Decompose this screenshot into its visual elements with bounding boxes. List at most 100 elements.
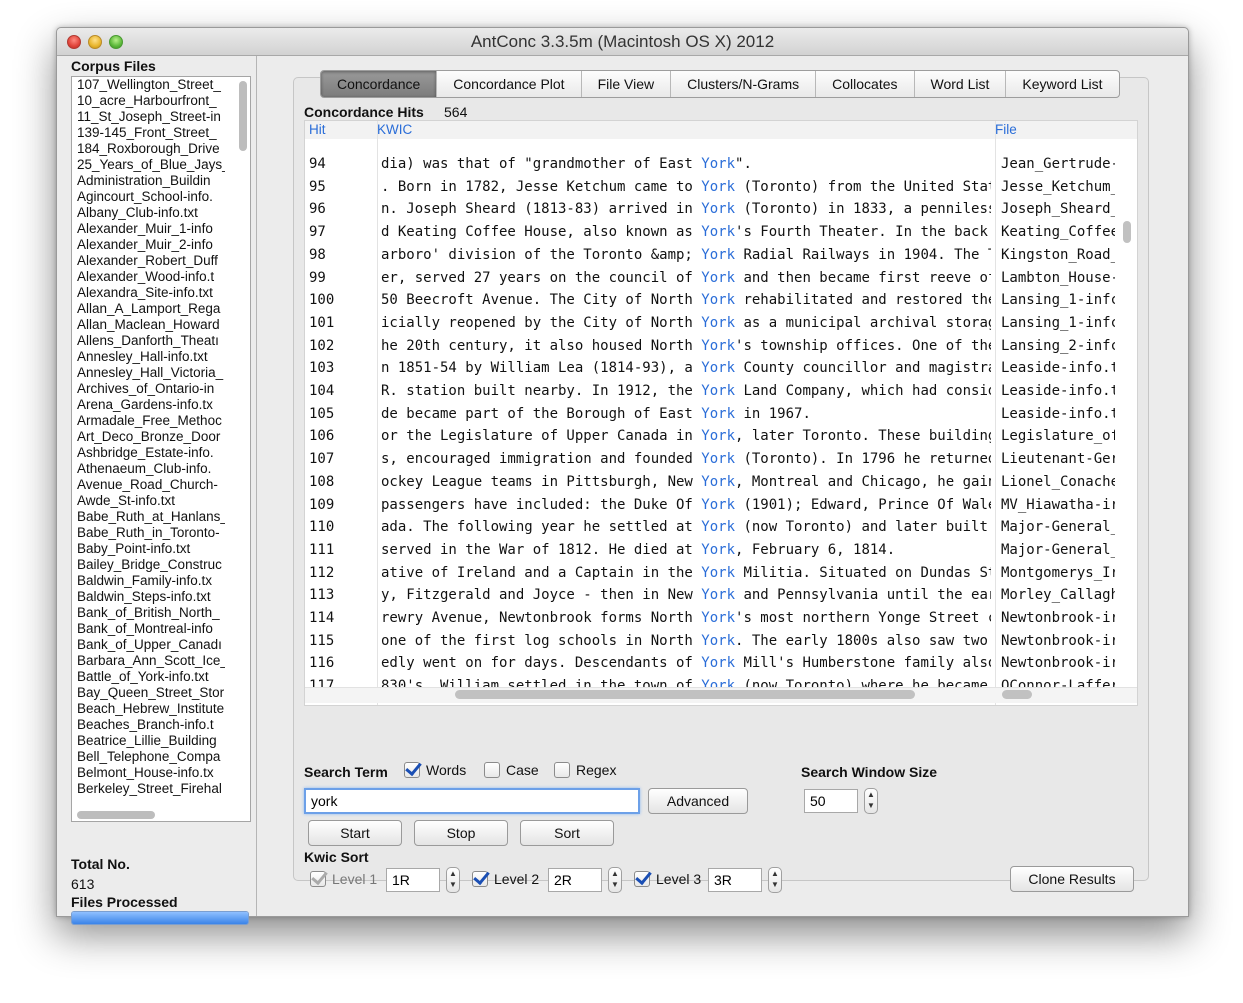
file-name[interactable]: Lansing_1-infc [1001, 289, 1115, 311]
tab-keyword-list[interactable]: Keyword List [1006, 71, 1118, 97]
file-name[interactable]: Morley_Callagh [1001, 584, 1115, 606]
corpus-file-item[interactable]: Berkeley_Street_Firehal [72, 781, 225, 797]
file-name[interactable]: Lieutenant-Ger [1001, 448, 1115, 470]
corpus-file-item[interactable]: Annesley_Hall_Victoria_ [72, 365, 225, 381]
words-checkbox[interactable]: Words [404, 762, 466, 778]
table-row[interactable]: 111 served in the War of 1812. He died at… [305, 539, 1137, 561]
file-horizontal-scrollbar[interactable] [1002, 690, 1032, 699]
corpus-file-item[interactable]: Beaches_Branch-info.t [72, 717, 225, 733]
file-name[interactable]: Joseph_Sheard_ [1001, 198, 1115, 220]
keyword-hit[interactable]: York [701, 338, 735, 354]
file-name[interactable]: MV_Hiawatha-ir [1001, 494, 1115, 516]
corpus-file-item[interactable]: Bank_of_British_North_ [72, 605, 225, 621]
regex-checkbox[interactable]: Regex [554, 762, 616, 778]
table-row[interactable]: 98 arboro' division of the Toronto &amp; … [305, 244, 1137, 266]
corpus-file-item[interactable]: Belmont_House-info.tx [72, 765, 225, 781]
file-name[interactable]: Legislature_of [1001, 425, 1115, 447]
tab-concordance[interactable]: Concordance [321, 71, 438, 97]
corpus-file-item[interactable]: 107_Wellington_Street_ [72, 77, 225, 93]
start-button[interactable]: Start [308, 820, 402, 846]
keyword-hit[interactable]: York [701, 383, 735, 399]
level2-stepper[interactable]: ▲ ▼ [608, 867, 622, 893]
file-name[interactable]: Leaside-info.t [1001, 403, 1115, 425]
corpus-file-item[interactable]: 11_St_Joseph_Street-in [72, 109, 225, 125]
level1-input[interactable] [386, 868, 440, 892]
table-row[interactable]: 95 . Born in 1782, Jesse Ketchum came to … [305, 176, 1137, 198]
keyword-hit[interactable]: York [701, 224, 735, 240]
file-name[interactable]: Keating_Coffee [1001, 221, 1115, 243]
keyword-hit[interactable]: York [701, 633, 735, 649]
corpus-file-item[interactable]: Arena_Gardens-info.tx [72, 397, 225, 413]
corpus-file-item[interactable]: Alexander_Muir_2-info [72, 237, 225, 253]
sort-button[interactable]: Sort [520, 820, 614, 846]
corpus-file-item[interactable]: Agincourt_School-info. [72, 189, 225, 205]
corpus-file-item[interactable]: Art_Deco_Bronze_Door [72, 429, 225, 445]
corpus-list-horizontal-scrollbar[interactable] [77, 811, 155, 819]
corpus-file-item[interactable]: Baldwin_Family-info.tx [72, 573, 225, 589]
file-name[interactable]: Newtonbrook-ir [1001, 607, 1115, 629]
table-row[interactable]: 107 s, encouraged immigration and founded… [305, 448, 1137, 470]
tab-word-list[interactable]: Word List [915, 71, 1007, 97]
case-checkbox-box[interactable] [484, 762, 500, 778]
table-row[interactable]: 112 ative of Ireland and a Captain in the… [305, 562, 1137, 584]
corpus-file-item[interactable]: Barbara_Ann_Scott_Ice_ [72, 653, 225, 669]
corpus-file-item[interactable]: Babe_Ruth_at_Hanlans_ [72, 509, 225, 525]
file-name[interactable]: Kingston_Road_ [1001, 244, 1115, 266]
table-row[interactable]: 114 rewry Avenue, Newtonbrook forms North… [305, 607, 1137, 629]
corpus-file-item[interactable]: Albany_Club-info.txt [72, 205, 225, 221]
corpus-file-item[interactable]: 10_acre_Harbourfront_ [72, 93, 225, 109]
keyword-hit[interactable]: York [701, 247, 735, 263]
search-term-input[interactable] [304, 788, 640, 814]
corpus-file-item[interactable]: Bank_of_Montreal-info [72, 621, 225, 637]
keyword-hit[interactable]: York [701, 655, 735, 671]
level2-input[interactable] [548, 868, 602, 892]
table-row[interactable]: 101 icially reopened by the City of North… [305, 312, 1137, 334]
keyword-hit[interactable]: York [701, 201, 735, 217]
level3-checkbox-box[interactable] [634, 871, 650, 887]
keyword-hit[interactable]: York [701, 428, 735, 444]
search-window-size-input[interactable] [804, 789, 858, 813]
table-row[interactable]: 115 one of the first log schools in North… [305, 630, 1137, 652]
corpus-file-item[interactable]: Alexandra_Site-info.txt [72, 285, 225, 301]
table-row[interactable]: 97 d Keating Coffee House, also known as … [305, 221, 1137, 243]
table-row[interactable]: 106 or the Legislature of Upper Canada in… [305, 425, 1137, 447]
tab-concordance-plot[interactable]: Concordance Plot [437, 71, 582, 97]
corpus-file-item[interactable]: Bay_Queen_Street_Stor [72, 685, 225, 701]
table-row[interactable]: 96 n. Joseph Sheard (1813-83) arrived in … [305, 198, 1137, 220]
file-name[interactable]: Leaside-info.t [1001, 380, 1115, 402]
keyword-hit[interactable]: York [701, 587, 735, 603]
regex-checkbox-box[interactable] [554, 762, 570, 778]
keyword-hit[interactable]: York [701, 519, 735, 535]
table-row[interactable]: 110 ada. The following year he settled at… [305, 516, 1137, 538]
clone-results-button[interactable]: Clone Results [1010, 866, 1134, 892]
file-name[interactable]: Montgomerys_Ir [1001, 562, 1115, 584]
kwic-horizontal-scrollbar[interactable] [455, 690, 915, 699]
keyword-hit[interactable]: York [701, 156, 735, 172]
table-row[interactable]: 102 he 20th century, it also housed North… [305, 335, 1137, 357]
keyword-hit[interactable]: York [701, 451, 735, 467]
corpus-file-item[interactable]: Allens_Danforth_Theatı [72, 333, 225, 349]
file-name[interactable]: Jesse_Ketchum_ [1001, 176, 1115, 198]
case-checkbox[interactable]: Case [484, 762, 539, 778]
level2-checkbox-box[interactable] [472, 871, 488, 887]
table-row[interactable]: 103 n 1851-54 by William Lea (1814-93), a… [305, 357, 1137, 379]
corpus-file-item[interactable]: 184_Roxborough_Drive [72, 141, 225, 157]
file-name[interactable]: Newtonbrook-ir [1001, 630, 1115, 652]
corpus-file-item[interactable]: Bell_Telephone_Compa [72, 749, 225, 765]
corpus-list-vertical-scrollbar[interactable] [239, 81, 247, 151]
corpus-file-item[interactable]: Bailey_Bridge_Construc [72, 557, 225, 573]
table-row[interactable]: 113 y, Fitzgerald and Joyce - then in New… [305, 584, 1137, 606]
tab-collocates[interactable]: Collocates [816, 71, 915, 97]
kwic-column-header[interactable]: KWIC [377, 121, 995, 139]
file-name[interactable]: Lansing_1-infc [1001, 312, 1115, 334]
table-row[interactable]: 109 passengers have included: the Duke Of… [305, 494, 1137, 516]
corpus-file-item[interactable]: Armadale_Free_Methoc [72, 413, 225, 429]
corpus-file-item[interactable]: Baby_Point-info.txt [72, 541, 225, 557]
level3-checkbox[interactable]: Level 3 [634, 871, 701, 887]
corpus-file-item[interactable]: Alexander_Muir_1-info [72, 221, 225, 237]
keyword-hit[interactable]: York [701, 270, 735, 286]
corpus-file-item[interactable]: Archives_of_Ontario-in [72, 381, 225, 397]
tab-file-view[interactable]: File View [582, 71, 672, 97]
corpus-file-item[interactable]: Allan_Maclean_Howard [72, 317, 225, 333]
table-row[interactable]: 94 dia) was that of "grandmother of East … [305, 153, 1137, 175]
